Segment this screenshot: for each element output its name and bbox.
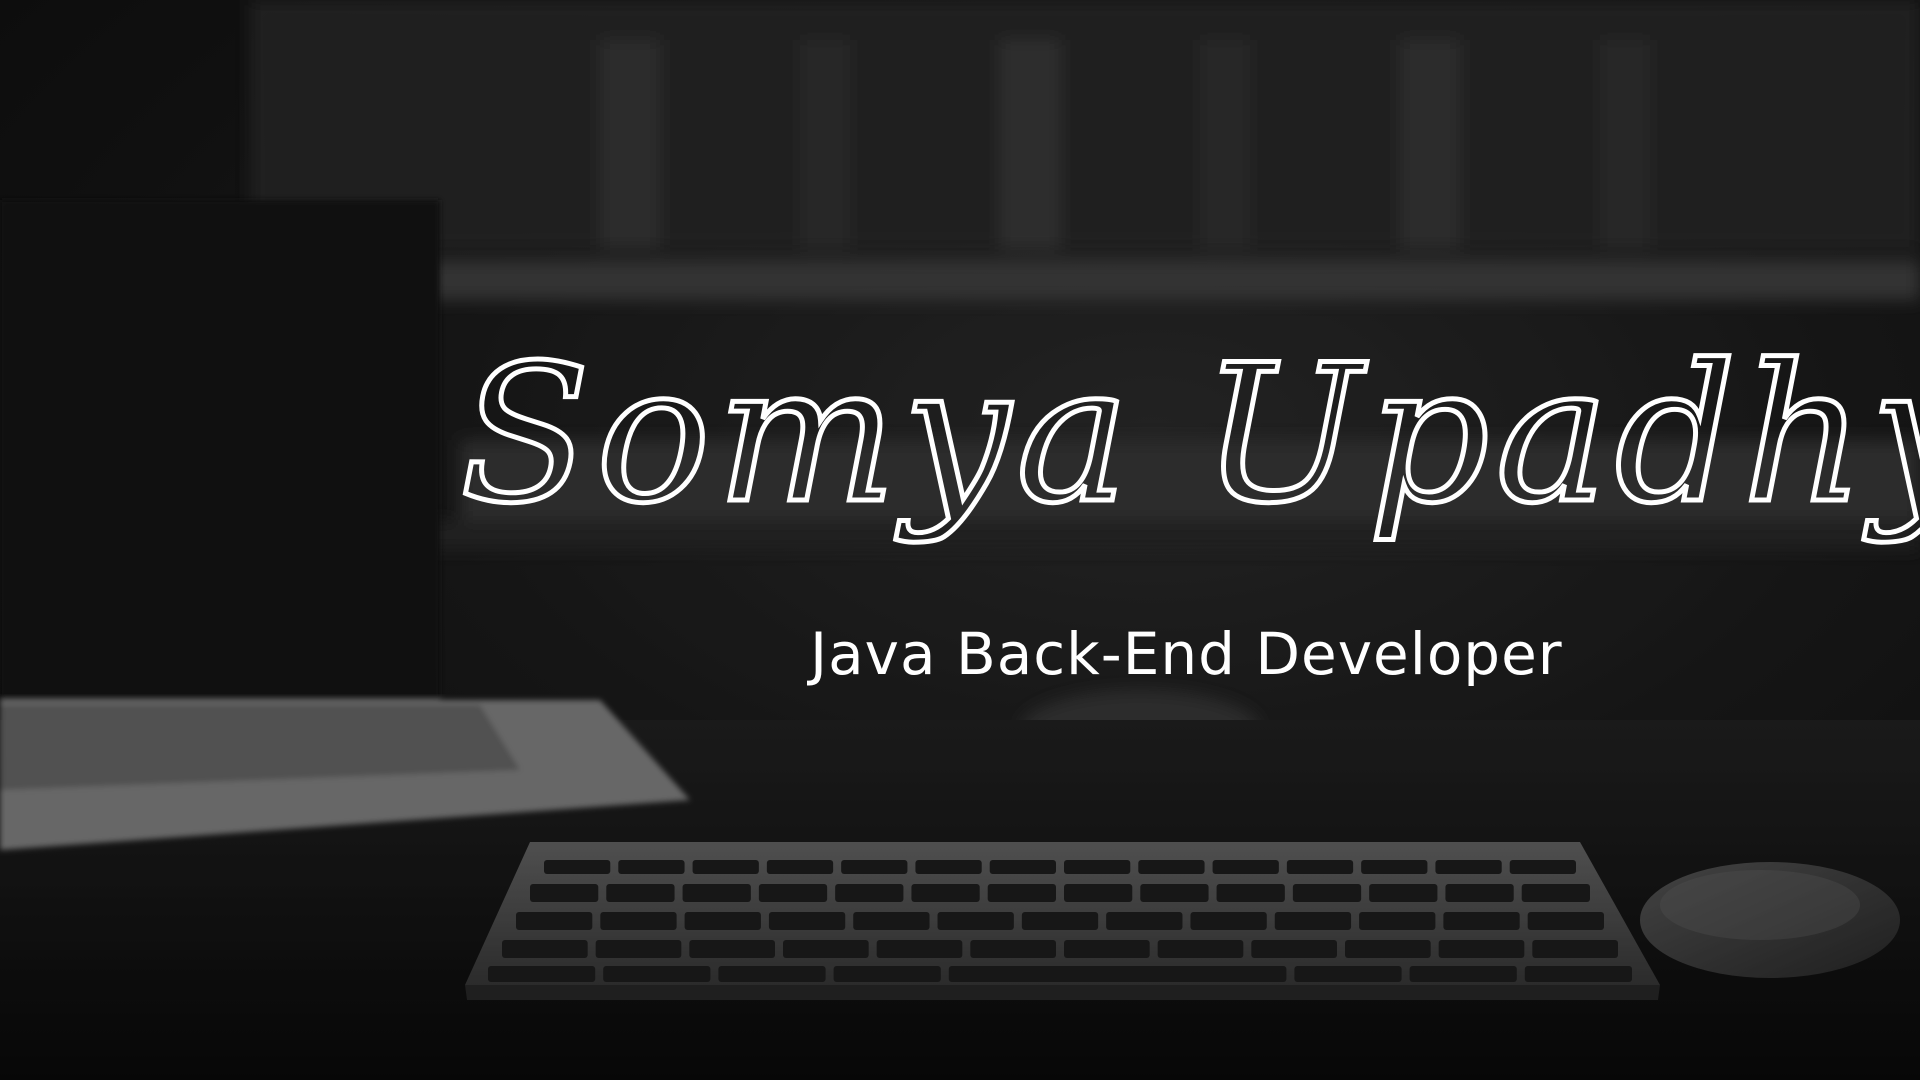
headline: Somya Upadhyay <box>458 322 1920 548</box>
name-heading: Somya Upadhyay <box>460 324 1920 545</box>
role-subtitle: Java Back-End Developer <box>810 620 1563 688</box>
banner: Somya Upadhyay Java Back-End Developer <box>0 0 1920 1080</box>
